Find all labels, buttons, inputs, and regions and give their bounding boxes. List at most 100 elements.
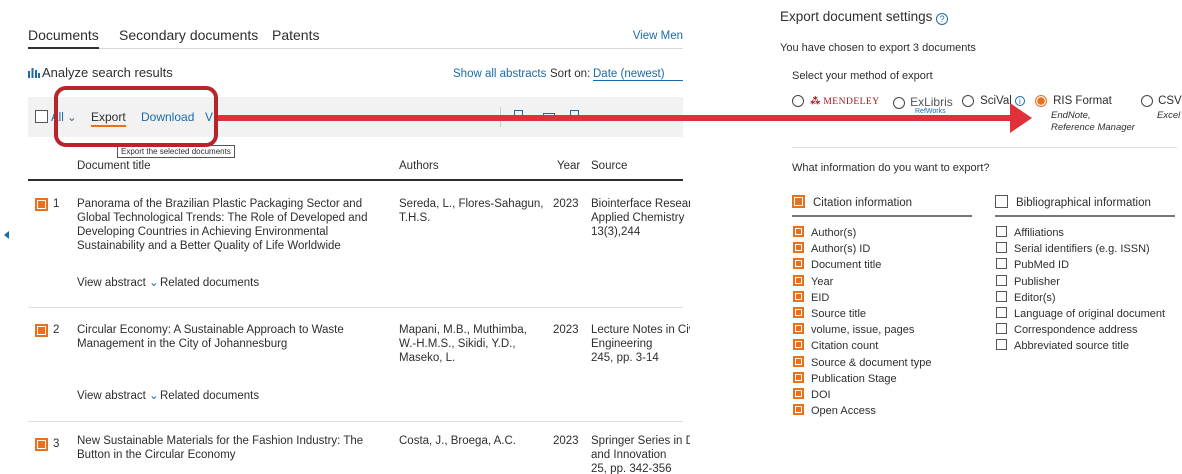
mendeley-radio[interactable] (792, 95, 804, 108)
option-serial-identifiers[interactable]: Serial identifiers (e.g. ISSN) (996, 242, 1165, 258)
view-abstract-button[interactable]: View abstract ⌄ (77, 276, 159, 290)
csv-radio[interactable] (1141, 95, 1153, 108)
option-eid[interactable]: EID (793, 290, 931, 307)
option-checkbox[interactable] (793, 274, 804, 286)
document-title-link[interactable]: Panorama of the Brazilian Plastic Packag… (77, 197, 387, 253)
bar-chart-icon (28, 66, 40, 78)
scival-label: SciVal (980, 95, 1012, 107)
option-checkbox[interactable] (996, 290, 1007, 302)
option-checkbox[interactable] (996, 323, 1007, 335)
show-all-abstracts-link[interactable]: Show all abstracts (453, 68, 546, 80)
export-method-ris[interactable]: RIS Format (1035, 95, 1112, 108)
document-title-link[interactable]: New Sustainable Materials for the Fashio… (77, 434, 389, 462)
option-source-document-type[interactable]: Source & document type (793, 355, 931, 372)
column-year[interactable]: Year (557, 160, 580, 172)
document-source[interactable]: Springer Series in Dand Innovation 25, pp… (591, 434, 690, 474)
option-correspondence-address[interactable]: Correspondence address (996, 323, 1165, 339)
option-language[interactable]: Language of original document (996, 306, 1165, 323)
option-abbreviated-source-title[interactable]: Abbreviated source title (996, 339, 1165, 355)
results-tabs: Documents Secondary documents Patents Vi… (28, 27, 683, 49)
option-checkbox[interactable] (793, 258, 804, 270)
tab-documents[interactable]: Documents (28, 27, 99, 49)
document-authors[interactable]: Sereda, L., Flores-Sahagun, T.H.S. (399, 197, 544, 225)
info-question: What information do you want to export? (792, 162, 990, 174)
document-authors[interactable]: Costa, J., Broega, A.C. (399, 434, 544, 448)
option-open-access[interactable]: Open Access (793, 404, 931, 420)
row-checkbox[interactable] (35, 198, 48, 211)
option-checkbox[interactable] (793, 290, 804, 302)
option-checkbox[interactable] (793, 323, 804, 335)
help-icon[interactable]: ? (936, 13, 949, 25)
option-checkbox[interactable] (996, 274, 1007, 286)
search-results-panel: Documents Secondary documents Patents Vi… (0, 0, 690, 474)
option-citation-count[interactable]: Citation count (793, 339, 931, 355)
option-checkbox[interactable] (996, 339, 1007, 351)
bibliographical-information-header[interactable]: Bibliographical information (995, 193, 1175, 217)
results-table-header: Document title Authors Year Source (28, 158, 683, 181)
option-publication-stage[interactable]: Publication Stage (793, 371, 931, 388)
option-document-title[interactable]: Document title (793, 258, 931, 274)
option-author-ids[interactable]: Author(s) ID (793, 242, 931, 258)
view-mendeley-link[interactable]: View Men (633, 30, 683, 42)
tab-secondary-documents[interactable]: Secondary documents (119, 27, 258, 43)
table-row: 1 Panorama of the Brazilian Plastic Pack… (28, 182, 690, 308)
bibliographical-information-label: Bibliographical information (1016, 197, 1151, 209)
related-documents-link[interactable]: Related documents (160, 276, 259, 290)
export-method-exlibris[interactable]: ExLibris (893, 95, 953, 110)
option-affiliations[interactable]: Affiliations (996, 226, 1165, 242)
citation-information-label: Citation information (813, 197, 913, 209)
option-checkbox[interactable] (793, 226, 804, 237)
export-method-csv[interactable]: CSV (1141, 95, 1182, 108)
analyze-search-results[interactable]: Analyze search results (28, 65, 173, 80)
info-icon[interactable]: i (1014, 96, 1025, 106)
option-checkbox[interactable] (793, 387, 804, 399)
option-checkbox[interactable] (996, 306, 1007, 318)
option-source-title[interactable]: Source title (793, 306, 931, 323)
csv-label: CSV (1158, 95, 1182, 107)
option-checkbox[interactable] (996, 258, 1007, 270)
option-volume-issue-pages[interactable]: volume, issue, pages (793, 323, 931, 339)
option-authors[interactable]: Author(s) (793, 226, 931, 242)
export-highlight-box (54, 86, 218, 147)
option-checkbox[interactable] (996, 226, 1007, 237)
bibliographical-information-checkbox[interactable] (995, 195, 1008, 208)
citation-information-header[interactable]: Citation information (792, 193, 972, 217)
collapse-sidebar-icon[interactable] (4, 231, 9, 239)
exlibris-label: ExLibris (910, 95, 953, 109)
option-year[interactable]: Year (793, 274, 931, 291)
document-year: 2023 (553, 198, 579, 210)
row-checkbox[interactable] (35, 438, 48, 451)
document-source[interactable]: Lecture Notes in Civ Engineering 245, pp. … (591, 323, 690, 365)
option-checkbox[interactable] (793, 404, 804, 416)
option-checkbox[interactable] (793, 306, 804, 318)
exlibris-radio[interactable] (893, 97, 905, 110)
scival-radio[interactable] (962, 95, 974, 108)
sort-dropdown[interactable]: Date (newest) (593, 68, 683, 81)
column-source[interactable]: Source (591, 160, 627, 172)
option-publisher[interactable]: Publisher (996, 274, 1165, 291)
column-authors[interactable]: Authors (399, 160, 439, 172)
export-method-mendeley[interactable]: ⁂ MENDELEY (792, 95, 880, 108)
row-checkbox[interactable] (35, 324, 48, 337)
select-all-checkbox[interactable] (35, 110, 48, 123)
option-doi[interactable]: DOI (793, 387, 931, 404)
option-checkbox[interactable] (793, 339, 804, 351)
export-method-scival[interactable]: SciVal i (962, 95, 1025, 108)
related-documents-link[interactable]: Related documents (160, 389, 259, 403)
option-checkbox[interactable] (793, 371, 804, 383)
document-authors[interactable]: Mapani, M.B., Muthimba, W.-H.M.S., Sikid… (399, 323, 544, 365)
tab-patents[interactable]: Patents (272, 27, 319, 43)
mendeley-logo-icon: ⁂ (810, 96, 821, 107)
ris-radio[interactable] (1035, 95, 1047, 108)
option-checkbox[interactable] (793, 242, 804, 254)
citation-information-checkbox[interactable] (792, 195, 805, 208)
export-count-text: You have chosen to export 3 documents (780, 42, 976, 54)
document-title-link[interactable]: Circular Economy: A Sustainable Approach… (77, 323, 389, 351)
option-editors[interactable]: Editor(s) (996, 290, 1165, 307)
option-pubmed-id[interactable]: PubMed ID (996, 258, 1165, 274)
option-checkbox[interactable] (793, 355, 804, 367)
document-source[interactable]: Biointerface Researc Applied Chemistry 13(… (591, 197, 690, 239)
view-abstract-button[interactable]: View abstract ⌄ (77, 389, 159, 403)
column-document-title[interactable]: Document title (77, 160, 151, 172)
option-checkbox[interactable] (996, 242, 1007, 254)
